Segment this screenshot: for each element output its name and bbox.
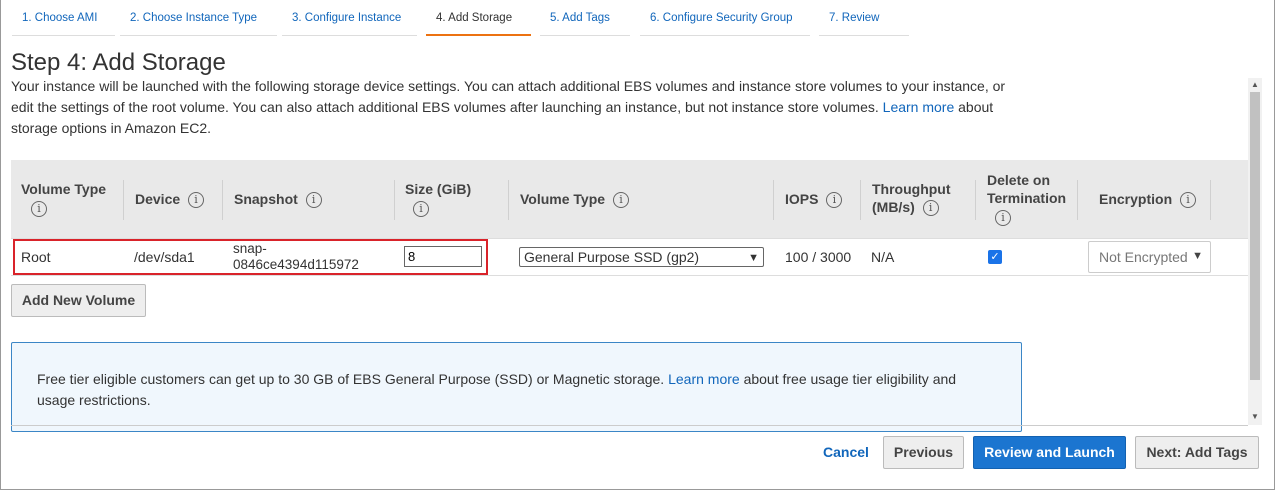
column-divider — [975, 180, 976, 220]
header-delete-on-termination-label: Delete on Termination — [987, 172, 1067, 206]
header-size: Size (GiB) i — [405, 180, 472, 218]
tab-configure-instance[interactable]: 3. Configure Instance — [282, 8, 417, 36]
notice-text: Free tier eligible customers can get up … — [37, 371, 665, 387]
header-delete-on-termination: Delete on Termination i — [987, 171, 1079, 227]
encryption-selected: Not Encrypted — [1099, 249, 1188, 265]
column-divider — [773, 180, 774, 220]
header-throughput: Throughput (MB/s) i — [872, 180, 962, 217]
info-icon[interactable]: i — [826, 192, 843, 209]
info-icon[interactable]: i — [995, 210, 1011, 227]
tab-choose-ami[interactable]: 1. Choose AMI — [12, 8, 115, 36]
info-icon[interactable]: i — [31, 201, 47, 218]
header-encryption: Encryption i — [1099, 190, 1197, 209]
info-icon[interactable]: i — [188, 192, 205, 209]
cancel-link[interactable]: Cancel — [823, 444, 869, 460]
header-ebs-volume-type-label: Volume Type — [520, 191, 606, 207]
tab-configure-security-group[interactable]: 6. Configure Security Group — [640, 8, 810, 36]
header-device-label: Device — [135, 191, 181, 207]
page-title: Step 4: Add Storage — [11, 49, 226, 76]
add-new-volume-button[interactable]: Add New Volume — [11, 284, 146, 317]
header-iops-label: IOPS — [785, 191, 819, 207]
info-icon[interactable]: i — [413, 201, 429, 218]
info-icon[interactable]: i — [305, 192, 322, 209]
delete-on-termination-checkbox[interactable]: ✓ — [988, 250, 1002, 264]
column-divider — [394, 180, 395, 220]
chevron-down-icon: ▼ — [748, 252, 759, 264]
notice-text-block: Free tier eligible customers can get up … — [37, 369, 987, 411]
volume-type-select[interactable]: General Purpose SSD (gp2) ▼ — [519, 247, 764, 267]
free-tier-notice: Free tier eligible customers can get up … — [11, 342, 1022, 432]
review-and-launch-button[interactable]: Review and Launch — [973, 436, 1126, 469]
tab-add-tags[interactable]: 5. Add Tags — [540, 8, 630, 36]
column-divider — [860, 180, 861, 220]
header-volume-type-label: Volume Type — [21, 181, 107, 197]
chevron-down-icon: ▼ — [1189, 250, 1203, 262]
content-bottom-divider — [11, 425, 1248, 426]
notice-learn-more-link[interactable]: Learn more — [668, 371, 740, 387]
info-icon[interactable]: i — [922, 200, 939, 217]
scroll-up-arrow-icon[interactable]: ▲ — [1248, 79, 1262, 91]
volume-type-selected: General Purpose SSD (gp2) — [524, 249, 700, 265]
scrollbar-thumb[interactable] — [1250, 92, 1260, 380]
intro-text: Your instance will be launched with the … — [11, 78, 1006, 115]
scroll-down-arrow-icon[interactable]: ▼ — [1248, 411, 1262, 423]
storage-table-header: Volume Type i Device i Snapshot i Size (… — [11, 160, 1248, 239]
column-divider — [1077, 180, 1078, 220]
encryption-select[interactable]: Not Encrypted ▼ — [1088, 241, 1211, 273]
column-divider — [222, 180, 223, 220]
tab-review[interactable]: 7. Review — [819, 8, 909, 36]
header-iops: IOPS i — [785, 190, 843, 209]
header-encryption-label: Encryption — [1099, 191, 1173, 207]
header-snapshot: Snapshot i — [234, 190, 322, 209]
info-icon[interactable]: i — [1180, 192, 1197, 209]
root-volume-highlight — [13, 239, 488, 275]
intro-paragraph: Your instance will be launched with the … — [11, 76, 1021, 139]
column-divider — [508, 180, 509, 220]
next-add-tags-button[interactable]: Next: Add Tags — [1135, 436, 1259, 469]
column-divider — [1210, 180, 1211, 220]
row-throughput: N/A — [871, 249, 895, 265]
intro-learn-more-link[interactable]: Learn more — [883, 99, 955, 115]
header-volume-type: Volume Type i — [21, 180, 107, 218]
tab-choose-instance-type[interactable]: 2. Choose Instance Type — [120, 8, 277, 36]
column-divider — [123, 180, 124, 220]
header-device: Device i — [135, 190, 205, 209]
header-ebs-volume-type: Volume Type i — [520, 190, 629, 209]
tab-add-storage[interactable]: 4. Add Storage — [426, 8, 531, 36]
header-throughput-label: Throughput (MB/s) — [872, 181, 951, 215]
header-snapshot-label: Snapshot — [234, 191, 298, 207]
header-size-label: Size (GiB) — [405, 181, 472, 197]
previous-button[interactable]: Previous — [883, 436, 964, 469]
row-iops: 100 / 3000 — [785, 249, 852, 265]
info-icon[interactable]: i — [612, 192, 629, 209]
